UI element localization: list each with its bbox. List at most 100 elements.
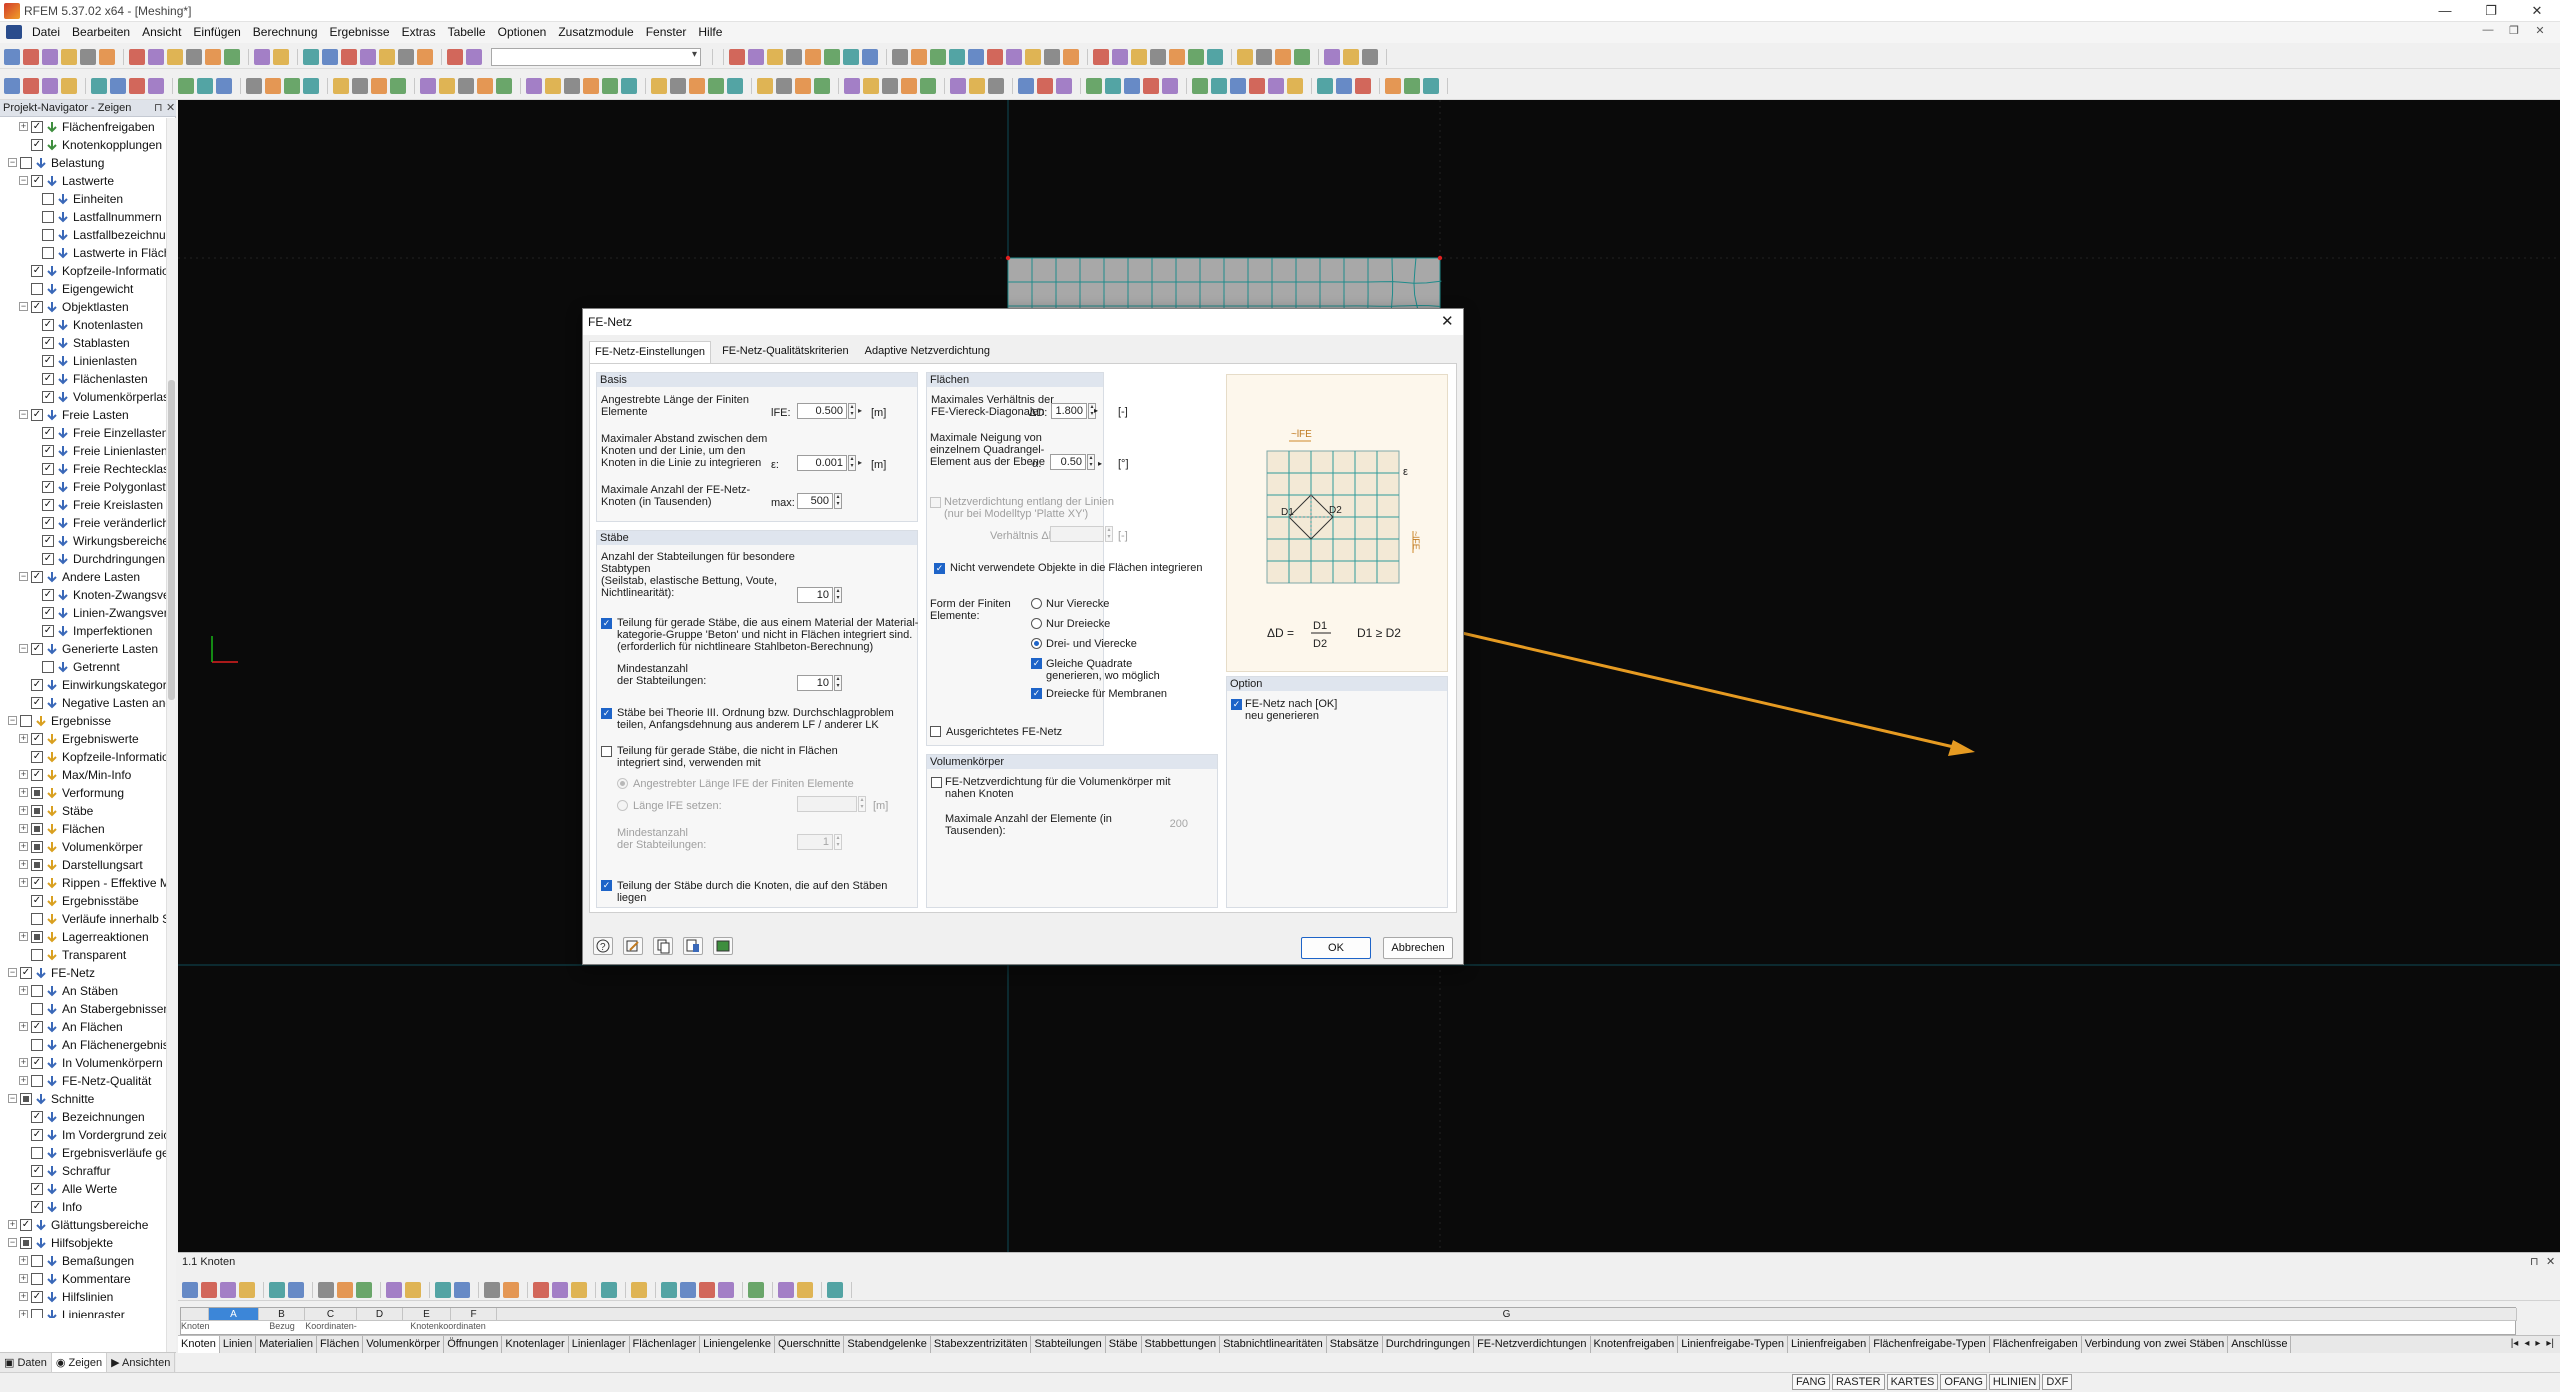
tb2-tool-icon[interactable] bbox=[1086, 77, 1102, 94]
theory3-checkbox[interactable]: ✓ bbox=[601, 708, 612, 719]
nav-tree-item[interactable]: +✓ Rippen - Effektive Mitwirkung auf F bbox=[0, 874, 166, 892]
copy-button[interactable] bbox=[653, 937, 673, 955]
sheet-tab[interactable]: FE-Netzverdichtungen bbox=[1474, 1336, 1591, 1353]
tb2-tool-icon[interactable] bbox=[564, 77, 580, 94]
tb1-tool-icon[interactable] bbox=[987, 48, 1003, 65]
tb1-tool-icon[interactable] bbox=[862, 48, 878, 65]
nav-tree-item[interactable]: ✓ Schraffur bbox=[0, 1162, 166, 1180]
nav-tree-item[interactable]: ✓ Freie Linienlasten bbox=[0, 442, 166, 460]
tb2-tool-icon[interactable] bbox=[583, 77, 599, 94]
expand-icon[interactable]: + bbox=[19, 122, 28, 131]
nav-checkbox[interactable]: ✓ bbox=[31, 1021, 43, 1033]
nav-checkbox[interactable] bbox=[31, 1273, 43, 1285]
tb3-tool-icon[interactable] bbox=[220, 1281, 236, 1298]
triangles-membranes-checkbox[interactable]: ✓ bbox=[1031, 688, 1042, 699]
nav-checkbox[interactable]: ✓ bbox=[31, 679, 43, 691]
tb1-tool-icon[interactable] bbox=[1362, 48, 1378, 65]
tb3-tool-icon[interactable] bbox=[435, 1281, 451, 1298]
max-incline-arrow[interactable]: ▸ bbox=[1098, 454, 1108, 470]
sheet-tab[interactable]: Liniengelenke bbox=[700, 1336, 776, 1353]
tb2-tool-icon[interactable] bbox=[969, 77, 985, 94]
sheet-nav-arrow-icon[interactable]: ▸ bbox=[2535, 1338, 2540, 1351]
radio-only-quads[interactable] bbox=[1031, 598, 1042, 609]
tb3-tool-icon[interactable] bbox=[661, 1281, 677, 1298]
tb2-tool-icon[interactable] bbox=[950, 77, 966, 94]
tb1-tool-icon[interactable] bbox=[1188, 48, 1204, 65]
nav-checkbox[interactable]: ✓ bbox=[42, 337, 54, 349]
tb3-tool-icon[interactable] bbox=[533, 1281, 549, 1298]
expand-icon[interactable]: + bbox=[19, 986, 28, 995]
nav-tree-item[interactable]: ✓ Einwirkungskategorie Vorspannung bbox=[0, 676, 166, 694]
nav-tree-item[interactable]: Lastfallnummern bbox=[0, 208, 166, 226]
nav-tree-item[interactable]: ✓ Info bbox=[0, 1198, 166, 1216]
nav-checkbox[interactable] bbox=[31, 1255, 43, 1267]
tab-adaptive-refinement[interactable]: Adaptive Netzverdichtung bbox=[860, 341, 995, 363]
tb2-tool-icon[interactable] bbox=[496, 77, 512, 94]
nav-tree-item[interactable]: − Ergebnisse bbox=[0, 712, 166, 730]
nav-checkbox[interactable]: ✓ bbox=[31, 1291, 43, 1303]
nav-checkbox[interactable] bbox=[31, 1309, 43, 1318]
tb1-tool-icon[interactable] bbox=[930, 48, 946, 65]
nav-checkbox[interactable] bbox=[31, 805, 43, 817]
nav-tree-item[interactable]: + Bemaßungen bbox=[0, 1252, 166, 1270]
tb1-tool-icon[interactable] bbox=[824, 48, 840, 65]
tb1-tool-icon[interactable] bbox=[224, 48, 240, 65]
sheet-tab[interactable]: Anschlüsse bbox=[2228, 1336, 2292, 1353]
tb1-tool-icon[interactable] bbox=[1063, 48, 1079, 65]
tb2-tool-icon[interactable] bbox=[621, 77, 637, 94]
tb2-tool-icon[interactable] bbox=[882, 77, 898, 94]
tb2-tool-icon[interactable] bbox=[371, 77, 387, 94]
tb2-tool-icon[interactable] bbox=[651, 77, 667, 94]
max-nodes-field[interactable]: 500 bbox=[797, 493, 833, 509]
tb3-tool-icon[interactable] bbox=[484, 1281, 500, 1298]
nav-checkbox[interactable]: ✓ bbox=[42, 607, 54, 619]
tb1-tool-icon[interactable] bbox=[1006, 48, 1022, 65]
tb2-tool-icon[interactable] bbox=[110, 77, 126, 94]
import-button[interactable] bbox=[683, 937, 703, 955]
tb1-tool-icon[interactable] bbox=[379, 48, 395, 65]
table-column-header[interactable]: F bbox=[451, 1308, 497, 1321]
expand-icon[interactable]: + bbox=[19, 1274, 28, 1283]
nav-tree-item[interactable]: + FE-Netz-Qualität bbox=[0, 1072, 166, 1090]
nav-checkbox[interactable] bbox=[42, 247, 54, 259]
sheet-tab[interactable]: Stabnichtlinearitäten bbox=[1220, 1336, 1327, 1353]
expand-icon[interactable]: + bbox=[19, 1022, 28, 1031]
tb1-tool-icon[interactable] bbox=[167, 48, 183, 65]
nav-tree-item[interactable]: ✓ Freie veränderliche Lasten bbox=[0, 514, 166, 532]
menu-item-0[interactable]: Datei bbox=[26, 22, 66, 43]
sheet-tab[interactable]: Stabbettungen bbox=[1142, 1336, 1221, 1353]
tb1-tool-icon[interactable] bbox=[1275, 48, 1291, 65]
mdi-close-button[interactable]: ✕ bbox=[2530, 24, 2550, 41]
tb1-tool-icon[interactable] bbox=[148, 48, 164, 65]
tb2-tool-icon[interactable] bbox=[1056, 77, 1072, 94]
tb2-tool-icon[interactable] bbox=[1423, 77, 1439, 94]
tab-fe-mesh-quality[interactable]: FE-Netz-Qualitätskriterien bbox=[717, 341, 854, 363]
tb3-tool-icon[interactable] bbox=[680, 1281, 696, 1298]
nav-checkbox[interactable] bbox=[31, 1039, 43, 1051]
nav-tree-item[interactable]: An Stabergebnissen bbox=[0, 1000, 166, 1018]
tb2-tool-icon[interactable] bbox=[1143, 77, 1159, 94]
document-menu-icon[interactable] bbox=[6, 25, 22, 39]
target-length-spinner[interactable]: ▴ ▾ bbox=[848, 403, 856, 419]
nav-checkbox[interactable]: ✓ bbox=[42, 373, 54, 385]
nav-tree-item[interactable]: Ergebnisverläufe gefüllt bbox=[0, 1144, 166, 1162]
status-toggle[interactable]: OFANG bbox=[1940, 1374, 1987, 1390]
nav-tree-item[interactable]: + Linienraster bbox=[0, 1306, 166, 1318]
sheet-tab[interactable]: Flächenfreigaben bbox=[1990, 1336, 2082, 1353]
nav-checkbox[interactable] bbox=[20, 1237, 32, 1249]
tb2-tool-icon[interactable] bbox=[708, 77, 724, 94]
tb1-tool-icon[interactable] bbox=[99, 48, 115, 65]
nav-tree-item[interactable]: + ✓ In Volumenkörpern bbox=[0, 1054, 166, 1072]
regenerate-checkbox[interactable]: ✓ bbox=[1231, 699, 1242, 710]
tb3-tool-icon[interactable] bbox=[454, 1281, 470, 1298]
nav-tree-item[interactable]: − ✓ Lastwerte bbox=[0, 172, 166, 190]
tb1-tool-icon[interactable] bbox=[61, 48, 77, 65]
tb2-tool-icon[interactable] bbox=[1404, 77, 1420, 94]
nav-tree-item[interactable]: ✓ Linienlasten bbox=[0, 352, 166, 370]
nav-tree-item[interactable]: ✓ Flächenlasten bbox=[0, 370, 166, 388]
tb2-tool-icon[interactable] bbox=[689, 77, 705, 94]
tb3-tool-icon[interactable] bbox=[503, 1281, 519, 1298]
radio-tri-and-quads[interactable] bbox=[1031, 638, 1042, 649]
tb3-tool-icon[interactable] bbox=[337, 1281, 353, 1298]
menu-item-8[interactable]: Optionen bbox=[492, 22, 553, 43]
